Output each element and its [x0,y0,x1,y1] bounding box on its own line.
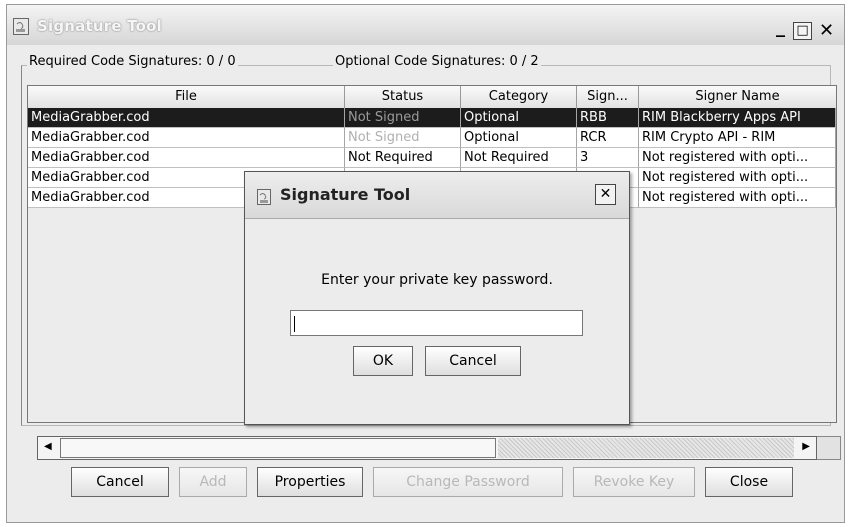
password-prompt: Enter your private key password. [321,272,553,288]
maximize-button[interactable]: □ [793,22,812,40]
cell-sign: 3 [577,148,639,168]
scrollbar-thumb[interactable] [60,438,496,458]
table-row[interactable]: MediaGrabber.cod Not Signed Optional RBB… [28,108,836,128]
revoke-key-button[interactable]: Revoke Key [573,467,695,497]
required-signatures-count: Required Code Signatures: 0 / 0 [27,54,238,69]
cell-status: Not Signed [345,128,461,148]
scroll-right-arrow-icon[interactable]: ▶ [802,441,810,452]
add-button[interactable]: Add [179,467,247,497]
java-app-icon [257,189,271,205]
scrollbar-track[interactable] [498,438,794,458]
password-dialog: Signature Tool ✕ Enter your private key … [244,171,630,425]
title-bar[interactable]: Signature Tool _ □ ✕ [7,5,844,45]
minimize-button[interactable]: _ [771,19,790,40]
column-header-signer-name[interactable]: Signer Name [639,86,836,108]
cell-signer-name: Not registered with opti... [639,148,836,168]
cell-file: MediaGrabber.cod [28,108,345,128]
cell-status: Not Required [345,148,461,168]
cell-category: Not Required [461,148,577,168]
cell-signer-name: Not registered with opti... [639,188,836,208]
table-row[interactable]: MediaGrabber.cod Not Signed Optional RCR… [28,128,836,148]
column-header-status[interactable]: Status [345,86,461,108]
cell-file: MediaGrabber.cod [28,128,345,148]
dialog-title-bar[interactable]: Signature Tool ✕ [245,172,629,219]
cell-sign: RCR [577,128,639,148]
cell-category: Optional [461,128,577,148]
dialog-close-button[interactable]: ✕ [595,184,616,205]
properties-button[interactable]: Properties [257,467,363,497]
cell-file: MediaGrabber.cod [28,148,345,168]
cancel-button[interactable]: Cancel [71,467,169,497]
password-input[interactable] [290,310,583,336]
button-bar: Cancel Add Properties Change Password Re… [7,467,844,507]
dialog-cancel-button[interactable]: Cancel [425,346,521,376]
text-caret [294,316,295,332]
ok-button[interactable]: OK [353,346,413,376]
horizontal-scrollbar[interactable]: ◀ ▶ [37,436,817,460]
table-row[interactable]: MediaGrabber.cod Not Required Not Requir… [28,148,836,168]
close-window-button[interactable]: ✕ [817,22,836,40]
close-button[interactable]: Close [705,467,793,497]
scroll-corner [817,436,841,460]
java-app-icon [13,18,29,35]
cell-status: Not Signed [345,108,461,128]
change-password-button[interactable]: Change Password [373,467,563,497]
scroll-left-arrow-icon[interactable]: ◀ [44,441,52,452]
cell-sign: RBB [577,108,639,128]
column-header-signer-id[interactable]: Sign... [577,86,639,108]
optional-signatures-count: Optional Code Signatures: 0 / 2 [333,54,541,69]
cell-category: Optional [461,108,577,128]
table-header: File Status Category Sign... Signer Name [28,86,836,109]
column-header-file[interactable]: File [28,86,345,108]
column-header-category[interactable]: Category [461,86,577,108]
cell-signer-name: RIM Crypto API - RIM [639,128,836,148]
window-title: Signature Tool [37,17,162,35]
cell-signer-name: RIM Blackberry Apps API [639,108,836,128]
cell-signer-name: Not registered with opti... [639,168,836,188]
dialog-title: Signature Tool [280,185,411,204]
